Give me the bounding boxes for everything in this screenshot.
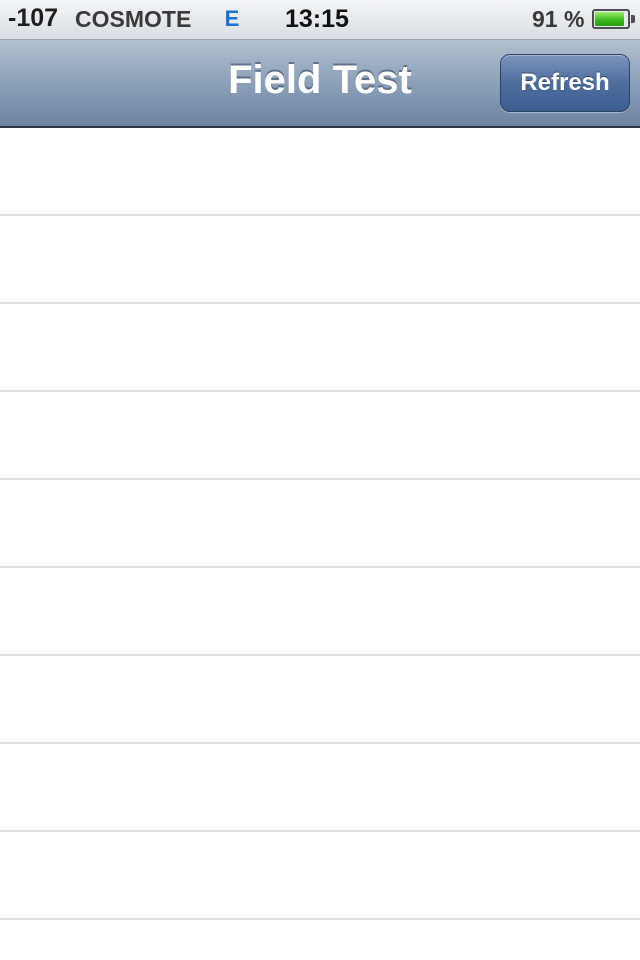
carrier-name: COSMOTE	[75, 6, 192, 32]
table-row[interactable]	[0, 744, 640, 832]
status-bar: -107 COSMOTE E 13:15 91 %	[0, 0, 640, 40]
table-row[interactable]	[0, 128, 640, 216]
table-row[interactable]	[0, 920, 640, 960]
battery-percent: 91 %	[532, 6, 585, 32]
field-test-screen: -107 COSMOTE E 13:15 91 % Field Test Ref…	[0, 0, 640, 960]
battery-tip	[631, 15, 635, 23]
table-row[interactable]	[0, 392, 640, 480]
table-row[interactable]	[0, 656, 640, 744]
refresh-button[interactable]: Refresh	[500, 54, 630, 112]
status-time: 13:15	[285, 5, 349, 33]
table-row[interactable]	[0, 832, 640, 920]
table-row[interactable]	[0, 568, 640, 656]
field-test-table	[0, 128, 640, 960]
table-row[interactable]	[0, 480, 640, 568]
navigation-bar: Field Test Refresh	[0, 40, 640, 128]
battery-icon	[592, 9, 635, 29]
signal-strength: -107	[8, 4, 59, 32]
table-row[interactable]	[0, 304, 640, 392]
battery-fill	[595, 12, 624, 26]
network-type-icon: E	[224, 6, 240, 31]
table-row[interactable]	[0, 216, 640, 304]
